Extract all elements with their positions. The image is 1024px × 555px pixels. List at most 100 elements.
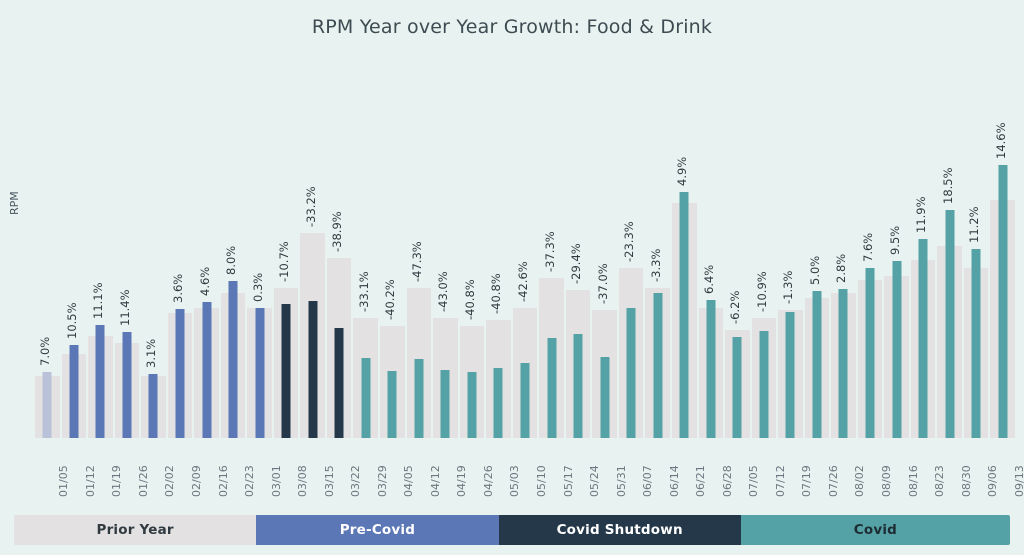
x-axis-tick-label: 08/02 [853,465,867,497]
bar-value-label: 4.6% [197,266,212,297]
legend-item-covid[interactable]: Covid [740,515,1010,545]
value-bar [334,328,344,438]
x-axis-tick-label: 02/16 [216,465,230,497]
x-axis-tick-label: 01/26 [136,465,150,497]
bar-group: -40.2% [379,60,406,438]
value-bar [520,363,530,438]
bar-group: -23.3% [618,60,645,438]
legend-item-label: Covid [853,522,898,538]
bar-value-label: 3.1% [144,338,159,369]
value-bar [626,307,636,438]
bar-value-label: 18.5% [940,167,955,205]
bar-value-label: -37.3% [542,231,557,272]
value-bar [865,268,875,438]
bar-value-label: -40.8% [489,273,504,314]
legend-bar: Prior Year Pre-Covid Covid Shutdown Covid [14,515,1010,545]
x-axis-tick-label: 02/23 [243,465,257,497]
value-bar [945,210,955,438]
x-axis-tick-label: 09/13 [1012,465,1024,497]
x-axis-tick-label: 01/05 [57,465,71,497]
bar-group: -6.2% [724,60,751,438]
bar-group: -10.9% [751,60,778,438]
bar-value-label: -37.0% [595,263,610,304]
bar-value-label: -33.1% [356,271,371,312]
value-bar [892,260,902,438]
bar-value-label: -42.6% [515,261,530,302]
bar-group: 14.6% [989,60,1016,438]
value-bar [69,345,79,438]
legend-item-label: Prior Year [96,522,174,538]
value-bar [653,292,663,438]
bar-group: 9.5% [883,60,910,438]
x-axis-tick-label: 03/22 [349,465,363,497]
x-axis-tick-label: 05/10 [535,465,548,497]
bar-group: 7.0% [34,60,61,438]
x-axis-tick-label: 04/12 [428,465,442,497]
value-bar [706,299,716,438]
bar-group: -3.3% [644,60,671,438]
bar-group: 2.8% [830,60,857,438]
bar-value-label: -43.0% [436,271,451,312]
value-bar [493,368,503,438]
bar-value-label: 8.0% [224,246,239,276]
value-bar [148,374,158,438]
x-axis-tick-label: 05/31 [614,465,628,497]
value-bar [175,308,185,438]
value-bar [998,165,1008,438]
bar-group: -43.0% [432,60,459,438]
bar-group: -47.3% [406,60,433,438]
bar-value-label: -10.9% [754,271,769,312]
x-axis-tick-label: 02/02 [163,465,177,497]
bar-value-label: -40.8% [462,279,477,320]
x-axis-tick-label: 05/24 [588,465,602,497]
x-axis: 01/05 01/12 01/19 01/26 02/02 02/09 02/16 02/23… [34,441,1024,503]
value-bar [308,301,318,438]
legend-item-pre[interactable]: Pre-Covid [256,515,499,545]
bar-group: 11.4% [114,60,141,438]
bar-group: -40.8% [459,60,486,438]
bar-value-label: 6.4% [701,264,716,294]
x-axis-tick-label: 03/08 [296,465,310,497]
value-bar [467,371,477,438]
bar-value-label: -47.3% [409,241,424,282]
bar-group: 4.6% [193,60,220,438]
x-axis-tick-label: 04/26 [481,465,495,497]
value-bar [812,291,822,438]
bar-value-label: 14.6% [993,122,1008,160]
legend-item-prior[interactable]: Prior Year [14,515,257,545]
x-axis-tick-label: 01/12 [83,465,97,497]
x-axis-tick-label: 03/29 [375,465,389,497]
bar-value-label: -33.2% [303,186,318,227]
value-bar [918,238,928,438]
bar-value-label: 11.2% [967,206,982,243]
bar-group: -37.3% [538,60,565,438]
bar-group: 7.6% [857,60,884,438]
value-bar [971,248,981,438]
x-axis-tick-label: 06/21 [694,465,708,497]
bar-value-label: 11.1% [91,282,106,319]
value-bar [732,336,742,438]
bar-value-label: 10.5% [64,302,79,340]
bar-value-label: 2.8% [834,253,849,283]
value-bar [838,288,848,438]
x-axis-tick-label: 07/26 [826,465,840,497]
bar-group: 6.4% [698,60,725,438]
bar-value-label: 7.0% [38,336,53,366]
x-axis-tick-label: 09/06 [986,465,1000,497]
bar-group: 10.5% [61,60,88,438]
chart-container: RPM Year over Year Growth: Food & Drink … [0,0,1024,555]
bar-group: -38.9% [326,60,353,438]
bar-value-label: 4.9% [675,156,690,186]
value-bar [42,371,52,438]
value-bar [95,324,105,438]
legend-item-shut[interactable]: Covid Shutdown [498,515,741,545]
x-axis-tick-label: 07/12 [773,465,787,497]
bar-value-label: -38.9% [330,211,345,252]
value-bar [600,357,610,438]
bar-group: 8.0% [220,60,247,438]
bar-group: 0.3% [246,60,273,438]
x-axis-tick-label: 06/28 [720,465,734,497]
x-axis-tick-label: 07/05 [747,465,761,497]
x-axis-tick-label: 06/07 [641,465,655,497]
bar-group: 3.6% [167,60,194,438]
